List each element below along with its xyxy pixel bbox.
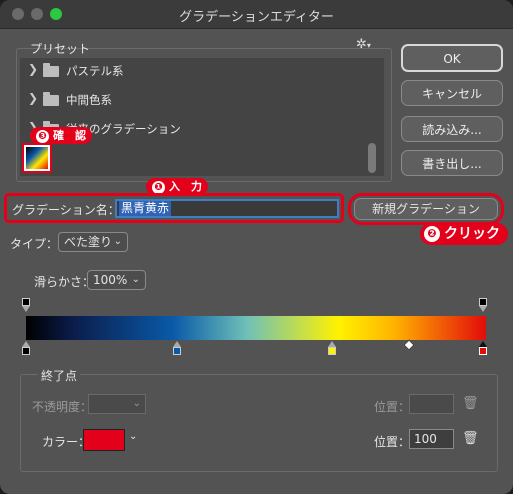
chevron-down-icon: ⌄ — [113, 236, 122, 247]
gradient-name-input[interactable]: 黒青黄赤 — [115, 199, 339, 218]
opacity-stop-right[interactable] — [479, 298, 487, 306]
smoothness-label: 滑らかさ： — [34, 275, 95, 289]
presets-label: プリセット — [30, 42, 91, 56]
opacity-field: ⌄ — [88, 394, 146, 414]
callout-number: ❷ — [424, 226, 440, 242]
type-value: べた塗り — [64, 235, 113, 249]
gear-icon[interactable]: ✲▾ — [356, 37, 371, 52]
cancel-button[interactable]: キャンセル — [401, 80, 503, 106]
preset-folder-pastel[interactable]: ❯ パステル系 — [20, 60, 360, 82]
callout-number: ❸ — [36, 130, 49, 143]
endpoint-title: 終了点 — [38, 367, 81, 384]
opacity-location-field — [409, 394, 454, 414]
opacity-stop-pointer — [22, 306, 30, 312]
chevron-right-icon[interactable]: ❯ — [28, 62, 38, 76]
name-label: グラデーション名： — [12, 203, 120, 217]
load-button[interactable]: 読み込み... — [401, 116, 503, 142]
trash-icon[interactable]: 🗑 — [462, 431, 479, 446]
new-gradient-button[interactable]: 新規グラデーション — [354, 198, 498, 220]
swatch-gradient — [26, 147, 48, 169]
gradient-name-value: 黒青黄赤 — [119, 201, 172, 216]
opacity-stop-pointer — [479, 306, 487, 312]
preset-folder-label: パステル系 — [66, 64, 124, 78]
callout-text: 入 力 — [169, 180, 202, 193]
opacity-location-label: 位置： — [374, 400, 411, 414]
preset-folder-neutral[interactable]: ❯ 中間色系 — [20, 89, 360, 111]
callout-text: 確 認 — [53, 129, 86, 142]
confirm-callout: ❸ 確 認 — [30, 127, 92, 144]
color-stop-yellow[interactable] — [328, 347, 336, 355]
trash-icon: 🗑 — [462, 396, 479, 411]
type-select[interactable]: べた塗り ⌄ — [58, 232, 128, 252]
endpoint-section — [20, 374, 498, 472]
midpoint-handle[interactable] — [403, 339, 415, 351]
ok-button[interactable]: OK — [401, 44, 503, 72]
title-bar: グラデーションエディター — [0, 0, 513, 29]
chevron-down-icon[interactable]: ⌄ — [129, 431, 137, 442]
presets-scrollbar[interactable] — [368, 143, 376, 173]
smoothness-select[interactable]: 100% ⌄ — [87, 270, 146, 290]
export-button[interactable]: 書き出し... — [401, 150, 503, 176]
click-callout: ❷ クリック — [420, 223, 508, 245]
color-stop-black[interactable] — [22, 347, 30, 355]
chevron-down-icon: ⌄ — [132, 398, 141, 409]
folder-icon — [43, 92, 59, 106]
color-location-input[interactable]: 100 — [409, 429, 454, 449]
color-stop-blue[interactable] — [173, 347, 181, 355]
color-location-label: 位置： — [374, 435, 411, 449]
window-title: グラデーションエディター — [179, 10, 334, 25]
folder-icon — [43, 63, 59, 77]
chevron-down-icon: ⌄ — [131, 274, 140, 285]
type-label: タイプ： — [10, 237, 59, 251]
gradient-preset-swatch[interactable] — [22, 143, 52, 173]
color-swatch[interactable] — [83, 429, 125, 451]
gradient-editor-window: グラデーションエディター プリセット ✲▾ ❯ パステル系 ❯ 中間色系 ❯ 従… — [0, 0, 513, 494]
gradient-bar[interactable] — [26, 316, 486, 340]
smoothness-value: 100% — [93, 273, 128, 287]
presets-list[interactable]: ❯ パステル系 ❯ 中間色系 ❯ 従来のグラデーション — [20, 58, 384, 176]
opacity-stop-left[interactable] — [22, 298, 30, 306]
color-location-value: 100 — [414, 432, 437, 446]
callout-text: クリック — [444, 226, 500, 242]
chevron-right-icon[interactable]: ❯ — [28, 91, 38, 105]
opacity-label: 不透明度： — [32, 400, 93, 414]
preset-folder-label: 中間色系 — [66, 93, 112, 107]
color-stop-red[interactable] — [479, 347, 487, 355]
